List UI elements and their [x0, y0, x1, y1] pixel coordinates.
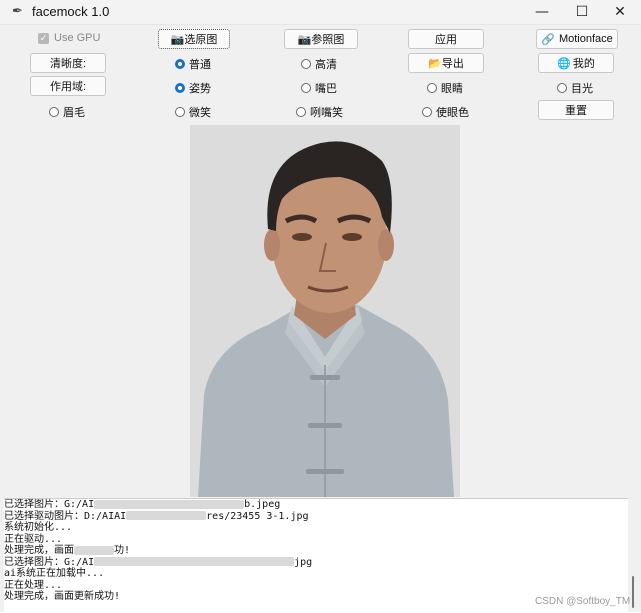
watermark: CSDN @Softboy_TM [535, 596, 631, 607]
radio-smile-label: 微笑 [189, 107, 211, 119]
blur-mask [126, 511, 207, 520]
window-title: facemock 1.0 [32, 4, 110, 19]
radio-selected-icon [175, 59, 185, 69]
radio-grin[interactable]: 咧嘴笑 [296, 104, 343, 120]
log-line: 已选择驱动图片：D:/AIAI res/23455 3-1.jpg [4, 510, 309, 522]
radio-grin-label: 咧嘴笑 [310, 107, 343, 119]
reference-image-label: 参照图 [311, 34, 345, 46]
portrait-image [190, 125, 460, 497]
radio-icon [557, 83, 567, 93]
clarity-button[interactable]: 清晰度: [30, 53, 106, 73]
camera-icon: 📷 [170, 33, 185, 46]
radio-icon [301, 83, 311, 93]
log-line: 正在处理... [4, 579, 63, 591]
select-image-label: 选原图 [184, 34, 218, 46]
radio-normal-label: 普通 [189, 59, 211, 71]
close-button[interactable]: ✕ [598, 0, 641, 24]
log-scrollbar[interactable] [630, 498, 636, 612]
radio-eye-color-label: 使眼色 [436, 107, 469, 119]
use-gpu-checkbox[interactable]: ✓ Use GPU [38, 32, 100, 44]
check-icon: ✓ [38, 32, 49, 44]
apply-button[interactable]: 应用 [408, 29, 484, 49]
export-button[interactable]: 📂 导出 [408, 53, 484, 73]
reset-button[interactable]: 重置 [538, 100, 614, 120]
radio-icon [296, 107, 306, 117]
log-line: ai系统正在加载中... [4, 568, 105, 579]
radio-selected-icon [175, 83, 185, 93]
log-line: 处理完成，画面 功! [4, 545, 131, 556]
radio-hd-label: 高清 [315, 59, 337, 71]
blur-mask [94, 499, 245, 509]
reference-image-button[interactable]: 📷 参照图 [284, 29, 358, 49]
camera-icon: 📷 [297, 33, 312, 46]
radio-eye-color[interactable]: 使眼色 [422, 104, 469, 120]
scrollbar-thumb[interactable] [632, 576, 634, 608]
feather-icon: ✒ [12, 4, 23, 19]
radio-mouth-label: 嘴巴 [315, 83, 337, 95]
blur-mask [74, 545, 114, 555]
scope-button[interactable]: 作用域: [30, 76, 106, 96]
radio-mouth[interactable]: 嘴巴 [301, 80, 337, 96]
radio-hd[interactable]: 高清 [301, 56, 337, 72]
mine-button[interactable]: 🌐 我的 [538, 53, 614, 73]
title-bar: ✒ facemock 1.0 — ☐ ✕ [0, 0, 641, 25]
minimize-button[interactable]: — [520, 0, 564, 24]
radio-eyes[interactable]: 眼睛 [427, 80, 463, 96]
motionface-button[interactable]: 🔗 Motionface [536, 29, 618, 49]
globe-icon: 🌐 [557, 57, 571, 70]
radio-eyebrow-label: 眉毛 [63, 107, 85, 119]
folder-icon: 📂 [428, 57, 442, 70]
motionface-label: Motionface [558, 33, 613, 45]
radio-icon [422, 107, 432, 117]
log-line: 正在驱动... [4, 533, 63, 545]
radio-eyes-label: 眼睛 [441, 83, 463, 95]
use-gpu-label: Use GPU [54, 32, 101, 44]
radio-eyebrow[interactable]: 眉毛 [49, 104, 85, 120]
export-label: 导出 [441, 58, 464, 70]
radio-icon [427, 83, 437, 93]
radio-icon [175, 107, 185, 117]
radio-normal[interactable]: 普通 [175, 56, 211, 72]
log-line: 已选择图片：G:/AI b.jpeg [4, 499, 281, 510]
main-window: ✓ Use GPU 📷 选原图 📷 参照图 应用 🔗 Motionface 清晰度: … [0, 25, 641, 613]
radio-pose[interactable]: 姿势 [175, 80, 211, 96]
radio-gaze[interactable]: 目光 [557, 80, 593, 96]
radio-smile[interactable]: 微笑 [175, 104, 211, 120]
log-line: 系统初始化... [4, 522, 73, 533]
radio-icon [49, 107, 59, 117]
radio-icon [301, 59, 311, 69]
select-image-button[interactable]: 📷 选原图 [158, 29, 230, 49]
blur-mask [94, 557, 295, 566]
log-line: 已选择图片：G:/AI jpg [4, 556, 313, 568]
radio-gaze-label: 目光 [571, 83, 593, 95]
portrait-preview [190, 125, 460, 497]
link-icon: 🔗 [541, 33, 555, 46]
mine-label: 我的 [572, 58, 595, 70]
radio-pose-label: 姿势 [189, 83, 211, 95]
